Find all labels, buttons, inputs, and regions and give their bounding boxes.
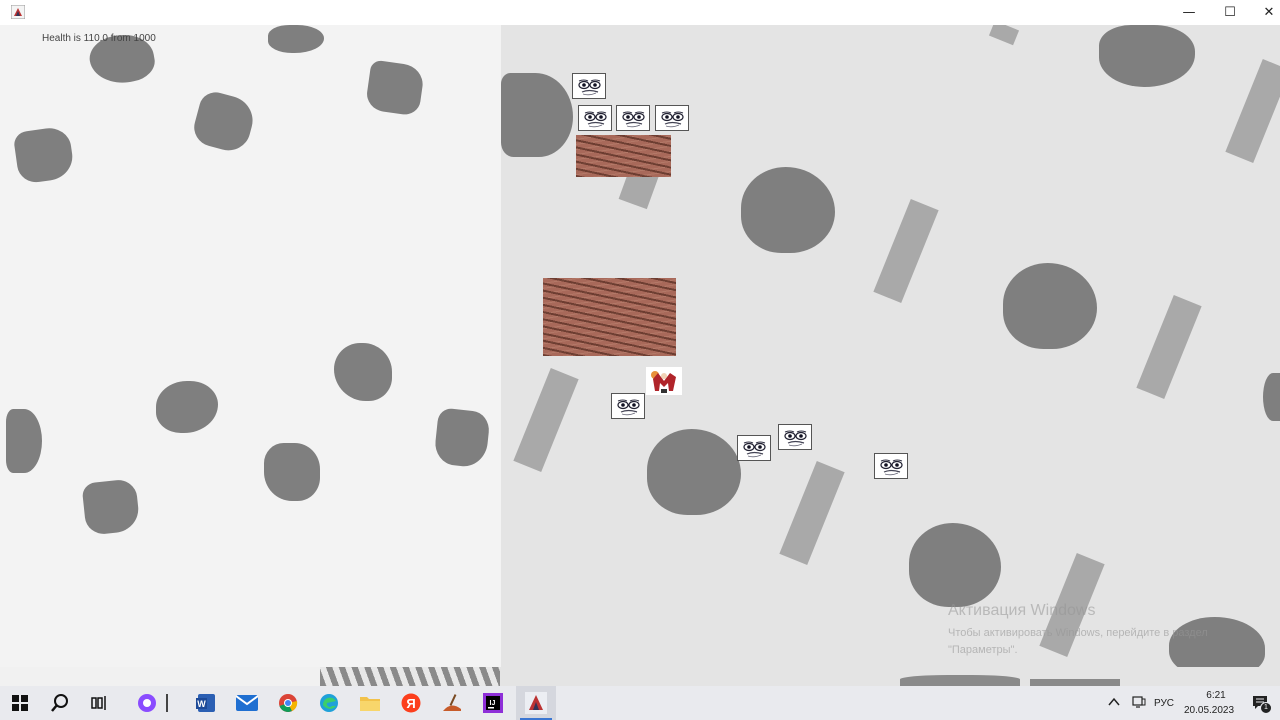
rock-blob <box>81 478 141 536</box>
game-canvas[interactable]: Health is 110.0 from 1000 Активация Wind… <box>6 25 1280 667</box>
rock-blob <box>334 343 392 401</box>
rock-blob <box>1263 373 1280 421</box>
rock-edge <box>320 667 500 686</box>
rock-blob <box>364 59 426 117</box>
mail-icon <box>236 695 258 711</box>
rock-blob <box>12 125 76 185</box>
language-indicator[interactable]: РУС <box>1154 698 1174 709</box>
rock-blob <box>433 407 491 469</box>
enemy-face <box>572 73 606 99</box>
show-hidden-icons-button[interactable] <box>1108 696 1120 710</box>
rock-blob <box>1099 25 1195 87</box>
enemy-face <box>578 105 612 131</box>
task-view-icon <box>91 696 106 710</box>
word-icon: W <box>196 694 215 712</box>
notification-badge: 1 <box>1260 702 1272 714</box>
explorer-icon <box>360 697 380 711</box>
intellij-icon: IJ <box>483 693 503 713</box>
plank <box>988 25 1020 46</box>
minimize-button[interactable]: — <box>1166 0 1212 25</box>
rock-blob <box>268 25 324 53</box>
terrain-edge <box>500 667 1280 686</box>
enemy-face <box>655 105 689 131</box>
rock-blob <box>1003 263 1097 349</box>
rock-blob <box>264 443 320 501</box>
task-view-button[interactable] <box>80 686 120 720</box>
clock-date[interactable]: 20.05.2023 <box>1184 705 1234 716</box>
paint-button[interactable] <box>432 686 472 720</box>
edge-icon <box>320 694 338 712</box>
yandex-icon: Я <box>401 693 421 713</box>
clock-time[interactable]: 6:21 <box>1197 690 1235 701</box>
close-button[interactable]: ✕ <box>1246 0 1280 25</box>
enemy-face <box>611 393 645 419</box>
rock-blob <box>501 73 573 157</box>
left-terrain-panel <box>6 25 501 667</box>
start-icon <box>12 695 28 711</box>
plank <box>873 199 939 303</box>
explorer-button[interactable] <box>350 686 390 720</box>
search-icon <box>51 694 68 712</box>
dirt-block <box>576 135 671 177</box>
chrome-icon <box>279 694 298 712</box>
activation-watermark-line: "Параметры". <box>948 644 1018 656</box>
dirt-block <box>543 278 676 356</box>
taskbar: W Я IJ РУС 6:21 20.05.2023 1 <box>0 686 1280 720</box>
word-button[interactable]: W <box>186 686 226 720</box>
rock-blob <box>909 523 1001 607</box>
intellij-button[interactable]: IJ <box>473 686 513 720</box>
title-bar: — ☐ ✕ <box>0 0 1280 25</box>
enemy-face <box>616 105 650 131</box>
chevron-up-icon <box>1108 697 1120 706</box>
enemy-face <box>737 435 771 461</box>
rock-blob <box>189 88 259 156</box>
terrain-strip <box>0 667 1280 686</box>
plank <box>779 461 845 565</box>
system-tray: РУС 6:21 20.05.2023 1 <box>1100 686 1280 720</box>
rock-edge <box>1030 679 1120 686</box>
player-character <box>646 367 682 395</box>
java-app-icon <box>11 5 25 19</box>
java-app-button[interactable] <box>516 686 556 720</box>
plank <box>1225 59 1280 163</box>
start-button[interactable] <box>0 686 40 720</box>
java-app-icon <box>525 692 547 714</box>
svg-text:W: W <box>197 699 206 709</box>
health-readout: Health is 110.0 from 1000 <box>42 33 156 44</box>
activation-watermark-text: Чтобы активировать Windows, перейдите в … <box>948 625 1208 659</box>
activation-watermark-title: Активация Windows <box>948 602 1096 619</box>
rock-blob <box>6 409 42 473</box>
mail-button[interactable] <box>227 686 267 720</box>
plank <box>513 368 579 472</box>
rock-blob <box>741 167 835 253</box>
display-icon[interactable] <box>1132 695 1146 714</box>
enemy-face <box>874 453 908 479</box>
enemy-face <box>778 424 812 450</box>
paint-icon <box>443 694 461 711</box>
search-button[interactable] <box>40 686 80 720</box>
taskbar-divider <box>157 686 177 720</box>
rock-blob <box>647 429 741 515</box>
alice-icon <box>138 694 156 712</box>
yandex-button[interactable]: Я <box>391 686 431 720</box>
svg-text:Я: Я <box>406 696 415 711</box>
rock-blob <box>156 381 218 433</box>
activation-watermark-line: Чтобы активировать Windows, перейдите в … <box>948 627 1208 639</box>
notifications-button[interactable]: 1 <box>1252 695 1272 716</box>
plank <box>1136 295 1202 399</box>
edge-button[interactable] <box>309 686 349 720</box>
rock-edge <box>900 675 1020 686</box>
chrome-button[interactable] <box>268 686 308 720</box>
svg-text:IJ: IJ <box>490 700 496 707</box>
